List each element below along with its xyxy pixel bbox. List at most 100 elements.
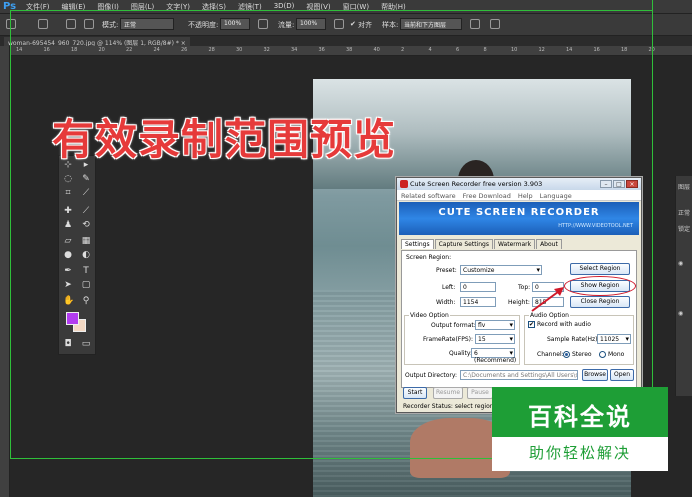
blur-tool-icon[interactable]: ●	[63, 250, 73, 260]
record-audio-checkbox[interactable]: ✔	[528, 321, 535, 328]
open-button[interactable]: Open	[610, 369, 634, 381]
layers-panel-edge: 图层 正常 锁定 ◉ ◉	[675, 176, 692, 396]
aligned-checkbox[interactable]: ✔	[350, 20, 356, 28]
menu-free-download[interactable]: Free Download	[463, 192, 511, 200]
select-region-button[interactable]: Select Region	[570, 263, 630, 275]
ruler-tick-label: 40	[373, 47, 380, 53]
browse-button[interactable]: Browse	[582, 369, 608, 381]
zoom-tool-icon[interactable]: ⚲	[81, 296, 91, 306]
lock-label: 锁定	[678, 226, 691, 233]
ruler-tick-label: 12	[538, 47, 545, 53]
opacity-label: 不透明度:	[188, 21, 219, 29]
ruler-tick-label: 10	[511, 47, 518, 53]
watermark-title: 百科全说	[528, 403, 632, 431]
history-brush-tool-icon[interactable]: ⟲	[81, 220, 91, 230]
quality-select[interactable]: 6 (Recommend)	[471, 348, 516, 364]
menu-language[interactable]: Language	[540, 192, 572, 200]
left-label: Left:	[442, 284, 456, 291]
mono-radio[interactable]	[599, 351, 606, 358]
sample-label: 样本:	[382, 21, 399, 29]
preset-select[interactable]: Customize	[460, 265, 542, 275]
toggle-brush-panel-icon[interactable]	[66, 19, 76, 29]
mode-select[interactable]: 正常	[120, 18, 174, 30]
aligned-label: 对齐	[358, 21, 372, 29]
gradient-tool-icon[interactable]: ▦	[81, 236, 91, 246]
clone-stamp-tool-icon[interactable]: ♟	[63, 220, 73, 230]
type-tool-icon[interactable]: T	[81, 266, 91, 276]
output-format-select[interactable]: flv	[475, 320, 515, 330]
foreground-color-swatch[interactable]	[66, 312, 79, 325]
eyedropper-tool-icon[interactable]: ⟋	[81, 188, 91, 198]
lasso-tool-icon[interactable]: ◌	[63, 174, 73, 184]
tab-capture-settings[interactable]: Capture Settings	[434, 239, 493, 249]
resume-button[interactable]: Resume	[433, 387, 463, 399]
ignore-adjustment-icon[interactable]	[470, 19, 480, 29]
ruler-tick-label: 34	[291, 47, 298, 53]
ruler-tick-label: 36	[318, 47, 325, 53]
width-input[interactable]: 1154	[460, 297, 496, 307]
pressure-size-icon[interactable]	[490, 19, 500, 29]
caption-overlay: 有效录制范围预览	[52, 115, 397, 164]
ruler-tick-label: 28	[208, 47, 215, 53]
close-region-button[interactable]: Close Region	[570, 296, 630, 308]
path-select-tool-icon[interactable]: ➤	[63, 280, 73, 290]
shape-tool-icon[interactable]: ▢	[81, 280, 91, 290]
brush-tool-icon[interactable]: ⟋	[81, 206, 91, 216]
sample-select[interactable]: 当前和下方图层	[400, 18, 462, 30]
ruler-tick-label: 24	[153, 47, 160, 53]
watermark-subtitle: 助你轻松解决	[492, 437, 668, 471]
stamp-tool-icon[interactable]	[6, 19, 16, 29]
menu-related-software[interactable]: Related software	[401, 192, 456, 200]
highlight-ellipse	[564, 276, 636, 296]
annotation-arrow	[531, 287, 564, 312]
pause-button[interactable]: Pause	[467, 387, 493, 399]
framerate-label: FrameRate(FPS):	[423, 336, 474, 343]
recorder-menu: Related software Free Download Help Lang…	[397, 190, 641, 201]
eraser-tool-icon[interactable]: ▱	[63, 236, 73, 246]
airbrush-icon[interactable]	[334, 19, 344, 29]
start-button[interactable]: Start	[403, 387, 427, 399]
sample-rate-select[interactable]: 11025	[597, 334, 631, 344]
pen-tool-icon[interactable]: ✒	[63, 266, 73, 276]
ruler-tick-label: 26	[181, 47, 188, 53]
tab-watermark[interactable]: Watermark	[493, 239, 536, 249]
preset-label: Preset:	[436, 267, 457, 274]
stereo-label: Stereo	[572, 351, 592, 358]
healing-brush-tool-icon[interactable]: ✚	[63, 206, 73, 216]
visibility-eye-icon[interactable]: ◉	[678, 260, 683, 267]
height-label: Height:	[508, 299, 530, 306]
dodge-tool-icon[interactable]: ◐	[81, 250, 91, 260]
menu-help[interactable]: Help	[518, 192, 533, 200]
channel-label: Channel:	[537, 351, 564, 358]
opacity-input[interactable]: 100%	[220, 18, 250, 30]
ruler-tick-label: 30	[236, 47, 243, 53]
quick-mask-icon[interactable]: ◘	[63, 339, 73, 349]
layers-tab-label[interactable]: 图层	[678, 182, 690, 191]
maximize-button[interactable]: □	[613, 180, 625, 188]
output-directory-input[interactable]: C:\Documents and Settings\All Users\scre	[460, 370, 578, 380]
left-input[interactable]: 0	[460, 282, 496, 292]
close-button[interactable]: ×	[626, 180, 638, 188]
flow-input[interactable]: 100%	[296, 18, 326, 30]
quick-select-tool-icon[interactable]: ✎	[81, 174, 91, 184]
minimize-button[interactable]: –	[600, 180, 612, 188]
mono-label: Mono	[608, 351, 625, 358]
tab-about[interactable]: About	[536, 239, 562, 249]
ruler-tick-label: 18	[621, 47, 628, 53]
hand-tool-icon[interactable]: ✋	[63, 296, 74, 306]
tab-settings[interactable]: Settings	[401, 239, 434, 249]
blend-mode-label[interactable]: 正常	[678, 208, 690, 217]
stereo-radio[interactable]	[563, 351, 570, 358]
clone-source-panel-icon[interactable]	[84, 19, 94, 29]
width-label: Width:	[436, 299, 456, 306]
ruler-tick-label: 16	[593, 47, 600, 53]
ruler-tick-label: 14	[566, 47, 573, 53]
brush-preset-icon[interactable]	[38, 19, 48, 29]
pressure-opacity-icon[interactable]	[258, 19, 268, 29]
framerate-select[interactable]: 15	[475, 334, 515, 344]
audio-option-group: Audio Option ✔ Record with audio Sample …	[524, 312, 634, 365]
recorder-window: Cute Screen Recorder free version 3.903 …	[396, 177, 642, 413]
visibility-eye-icon[interactable]: ◉	[678, 310, 683, 317]
crop-tool-icon[interactable]: ⌗	[63, 188, 73, 198]
screen-mode-icon[interactable]: ▭	[81, 339, 91, 349]
